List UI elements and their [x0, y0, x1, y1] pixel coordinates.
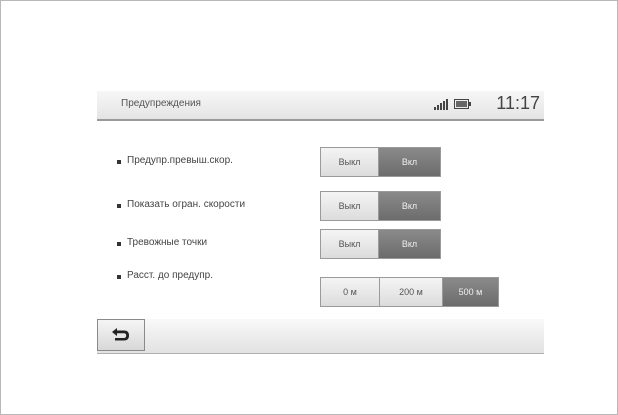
setting-label: Предупр.превыш.скор.: [127, 155, 233, 166]
distance-500m-button[interactable]: 500 м: [442, 278, 498, 306]
on-button[interactable]: Вкл: [378, 148, 440, 176]
screen: Предупреждения 11:17 Предупр.превыш.скор…: [97, 91, 544, 354]
distance-selector: 0 м 200 м 500 м: [320, 277, 499, 307]
bullet: [117, 204, 121, 208]
bullet: [117, 242, 121, 246]
battery-icon: [454, 99, 471, 109]
page: Предупреждения 11:17 Предупр.превыш.скор…: [0, 0, 618, 415]
off-button[interactable]: Выкл: [321, 192, 378, 220]
footer-bar: [97, 319, 544, 354]
off-button[interactable]: Выкл: [321, 148, 378, 176]
back-button[interactable]: [97, 319, 145, 351]
off-button[interactable]: Выкл: [321, 230, 378, 258]
on-button[interactable]: Вкл: [378, 192, 440, 220]
toggle-speed-warning: Выкл Вкл: [320, 147, 441, 177]
setting-label: Показать огран. скорости: [127, 199, 246, 210]
distance-0m-button[interactable]: 0 м: [321, 278, 379, 306]
on-button[interactable]: Вкл: [378, 230, 440, 258]
toggle-show-speed-limit: Выкл Вкл: [320, 191, 441, 221]
bullet: [117, 275, 121, 279]
setting-row-show-speed-limit: Показать огран. скорости Выкл Вкл: [97, 191, 544, 221]
setting-row-alert-points: Тревожные точки Выкл Вкл: [97, 229, 544, 259]
signal-icon: [434, 99, 448, 110]
page-title: Предупреждения: [121, 98, 201, 109]
setting-row-warning-distance: Расст. до предупр. 0 м 200 м 500 м: [97, 270, 544, 307]
setting-label: Расст. до предупр.: [127, 270, 214, 281]
toggle-alert-points: Выкл Вкл: [320, 229, 441, 259]
distance-200m-button[interactable]: 200 м: [379, 278, 442, 306]
back-arrow-icon: [112, 328, 129, 341]
clock: 11:17: [496, 93, 540, 113]
bullet: [117, 160, 121, 164]
header-bar: Предупреждения 11:17: [97, 91, 544, 121]
setting-label: Тревожные точки: [127, 237, 208, 248]
setting-row-speed-warning: Предупр.превыш.скор. Выкл Вкл: [97, 147, 544, 177]
